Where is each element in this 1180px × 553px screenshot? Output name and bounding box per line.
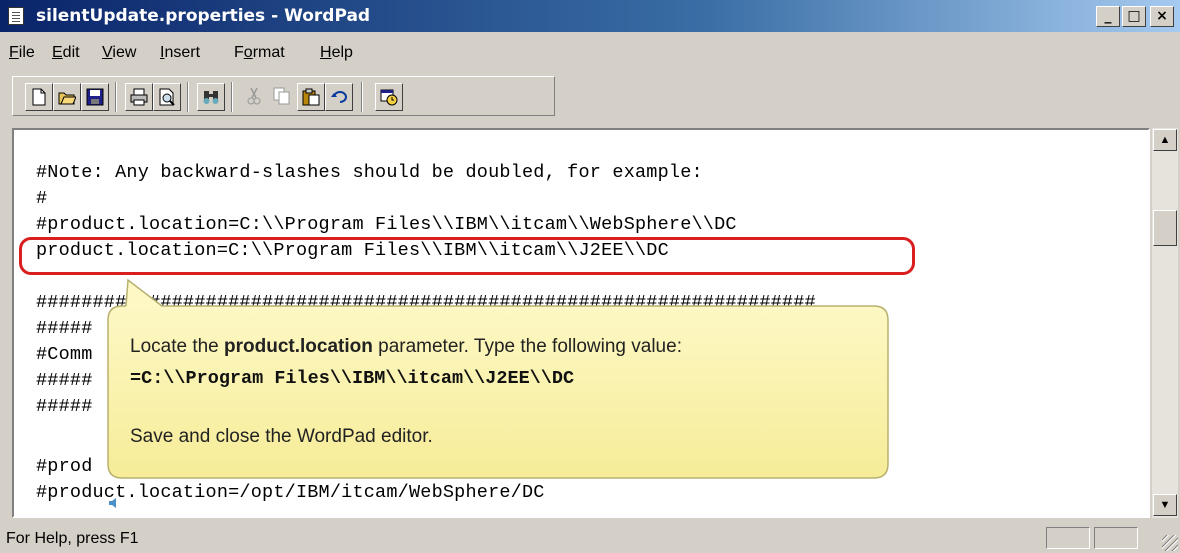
status-text: For Help, press F1 xyxy=(6,530,139,547)
resize-grip[interactable] xyxy=(1162,535,1178,551)
callout-param-name: product.location xyxy=(224,336,373,357)
status-panel xyxy=(1046,527,1090,549)
callout-bubble xyxy=(107,278,889,479)
callout-value: =C:\\Program Files\\IBM\\itcam\\J2EE\\DC xyxy=(130,368,575,389)
speaker-icon xyxy=(109,498,116,508)
status-bar: For Help, press F1 xyxy=(0,522,1180,553)
status-panel xyxy=(1094,527,1138,549)
callout-save-instruction: Save and close the WordPad editor. xyxy=(130,426,433,447)
callout-instruction: Locate the product.location parameter. T… xyxy=(130,336,682,357)
